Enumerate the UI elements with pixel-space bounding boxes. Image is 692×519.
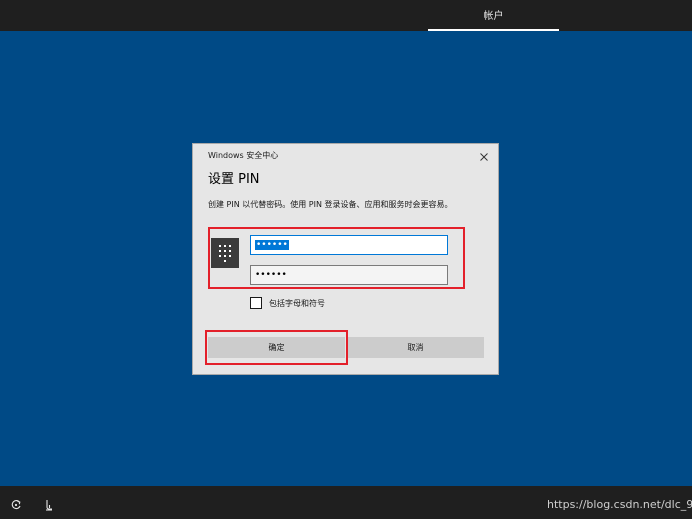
confirm-pin-field[interactable]: •••••• [250,265,448,285]
accessibility-icon[interactable] [43,496,55,511]
watermark-url: https://blog.csdn.net/dlc_996 [547,498,692,511]
dialog-heading: 设置 PIN [208,172,260,187]
include-letters-label[interactable]: 包括字母和符号 [269,298,325,309]
close-icon[interactable] [477,149,491,163]
set-pin-dialog: Windows 安全中心 设置 PIN 创建 PIN 以代替密码。使用 PIN … [192,143,499,375]
screen: 帐户 Windows 安全中心 设置 PIN 创建 PIN 以代替密码。使用 P… [0,0,692,519]
confirm-pin-value: •••••• [255,270,287,280]
include-letters-checkbox[interactable] [250,297,262,309]
new-pin-value: •••••• [255,240,289,250]
new-pin-field[interactable]: •••••• [250,235,448,255]
ok-button[interactable]: 确定 [208,337,345,358]
dialog-description: 创建 PIN 以代替密码。使用 PIN 登录设备、应用和服务时会更容易。 [208,200,453,209]
keypad-icon [211,238,239,268]
cancel-button[interactable]: 取消 [347,337,484,358]
top-bar: 帐户 [0,0,692,31]
ease-of-access-icon[interactable] [10,496,22,510]
tab-account[interactable]: 帐户 [428,0,559,31]
dialog-window-title: Windows 安全中心 [208,151,279,160]
